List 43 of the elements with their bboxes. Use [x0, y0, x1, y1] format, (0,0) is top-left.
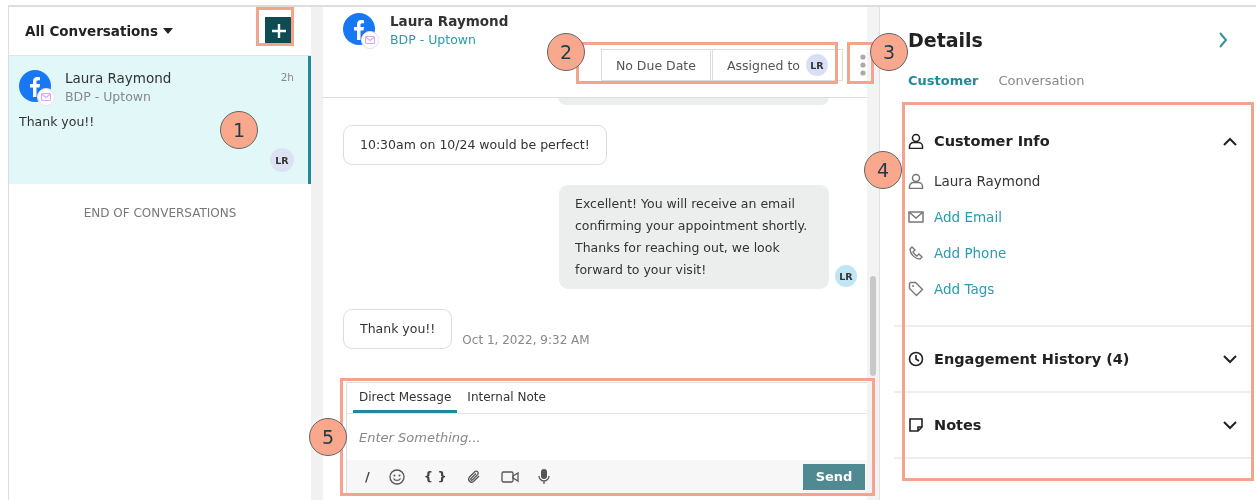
- assignee-avatar: LR: [270, 148, 294, 172]
- toolbar-button[interactable]: { }: [423, 469, 447, 484]
- message-bubble: Thank you!!: [343, 309, 453, 349]
- section-header[interactable]: Notes: [894, 393, 1253, 457]
- composer-tab[interactable]: Direct Message: [353, 383, 458, 413]
- message-input[interactable]: Enter Something...: [347, 414, 870, 460]
- composer-tab[interactable]: Internal Note: [461, 383, 552, 413]
- kebab-icon: [860, 54, 866, 76]
- microphone-icon[interactable]: [537, 468, 550, 485]
- caret-icon: [162, 28, 173, 34]
- person-icon: [908, 133, 924, 149]
- section-header[interactable]: Engagement History (4): [894, 327, 1253, 391]
- time-label: 2h: [280, 71, 294, 83]
- tag-icon: [908, 281, 924, 297]
- message-bubble: Excellent! You will receive an email confirming your appointment shortly. Thanks for reaching out, we look forward to your visit!: [559, 185, 829, 289]
- toolbar-button[interactable]: /: [365, 469, 370, 484]
- panel-title: Details: [908, 29, 983, 51]
- contact-name: Laura Raymond: [65, 70, 172, 86]
- customer-name: Laura Raymond: [934, 173, 1041, 189]
- chevron-right-icon[interactable]: [1218, 32, 1228, 48]
- video-camera-icon[interactable]: [500, 469, 519, 484]
- envelope-icon: [908, 209, 924, 225]
- location-label: BDP - Uptown: [65, 89, 152, 104]
- send-button[interactable]: Send: [803, 463, 865, 490]
- phone-icon: [908, 245, 924, 261]
- message-bubble: 10:30am on 10/24 would be perfect!: [343, 125, 607, 165]
- contact-name: Laura Raymond: [390, 13, 509, 29]
- end-of-list-label: END OF CONVERSATIONS: [82, 206, 238, 220]
- smiley-icon[interactable]: [388, 468, 405, 485]
- scrollbar-thumb[interactable]: [870, 276, 876, 376]
- message-timestamp: Oct 1, 2022, 9:32 AM: [462, 333, 590, 347]
- facebook-avatar-icon: [343, 13, 379, 49]
- person-icon: [908, 173, 924, 189]
- facebook-avatar-icon: [19, 70, 55, 106]
- paperclip-icon[interactable]: [465, 468, 482, 485]
- conversations-filter-dropdown[interactable]: All Conversations: [25, 23, 173, 39]
- clock-icon: [908, 351, 924, 367]
- plus-icon: [271, 23, 287, 39]
- message-preview: Thank you!!: [19, 114, 96, 129]
- sender-avatar: LR: [835, 265, 857, 287]
- details-tab[interactable]: Conversation: [998, 69, 1085, 91]
- details-tab[interactable]: Customer: [908, 69, 979, 91]
- note-icon: [908, 417, 924, 433]
